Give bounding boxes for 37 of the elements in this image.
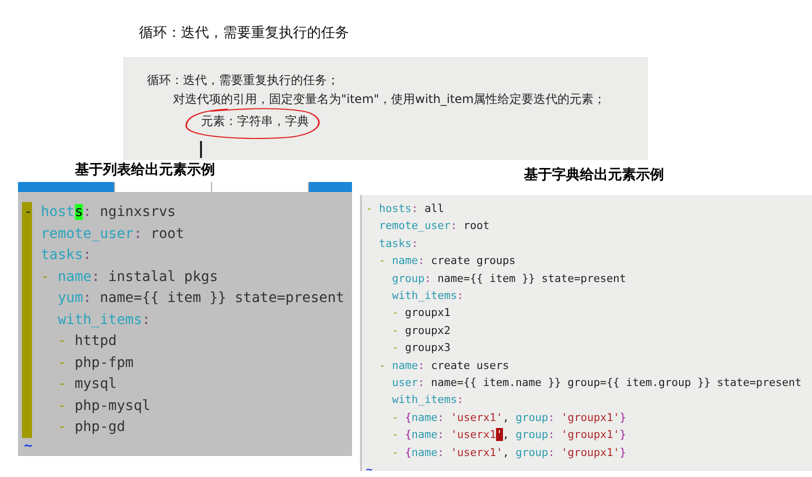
code-line: - name: instalal pkgs: [40, 268, 219, 286]
code-line: - groupx1: [391, 305, 452, 322]
code-line: user: name={{ item.name }} group={{ item.group }} state=present: [391, 375, 802, 392]
code-line: - php-fpm: [56, 354, 135, 372]
code-line: with_items:: [391, 288, 465, 304]
code-line: group: name={{ item }} state=present: [391, 270, 628, 287]
code-line: - php-gd: [56, 418, 126, 437]
note-text: 元素：字符串，字典: [201, 114, 309, 128]
code-line: remote_user: root: [378, 218, 491, 234]
slide-title: 循环：迭代，需要重复执行的任务: [139, 24, 349, 42]
section-heading: 基于字典给出元素示例: [524, 166, 664, 184]
code-line: - mysql: [56, 375, 118, 394]
code-line: - name: create users: [378, 358, 510, 374]
text-cursor: [200, 141, 202, 158]
code-line: with_items:: [391, 392, 465, 408]
empty-line-marker: ~: [366, 462, 374, 477]
note-text: 对迭代项的引用，固定变量名为"item"，使用with_item属性给定要迭代的元素；: [173, 92, 606, 106]
code-line: - php-mysql: [56, 396, 152, 416]
section-heading: 基于列表给出元素示例: [75, 161, 215, 179]
code-line: - {name: 'userx1', group: 'groupx1'}: [391, 410, 628, 426]
editor-tab[interactable]: [212, 182, 309, 192]
code-line: tasks:: [378, 236, 420, 252]
note-text: 循环：迭代，需要重复执行的任务；: [147, 73, 339, 87]
code-line: - {name: 'userx1', group: 'groupx1'}: [391, 427, 628, 444]
code-line: - groupx3: [391, 340, 452, 356]
code-line: tasks:: [40, 246, 92, 265]
code-line: - hosts: nginxsrvs: [24, 203, 177, 222]
editor-tab[interactable]: [115, 182, 212, 192]
code-line: - hosts: all: [366, 201, 446, 217]
empty-line-marker: ~: [24, 438, 34, 452]
code-line: - {name: 'userx1', group: 'groupx1'}: [391, 444, 628, 461]
code-line: remote_user: root: [40, 224, 186, 244]
code-line: with_items:: [56, 310, 152, 330]
code-line: - httpd: [56, 332, 118, 351]
code-line: - groupx2: [391, 322, 452, 339]
code-line: yum: name={{ item }} state=present: [56, 289, 344, 308]
code-line: - name: create groups: [378, 253, 517, 270]
